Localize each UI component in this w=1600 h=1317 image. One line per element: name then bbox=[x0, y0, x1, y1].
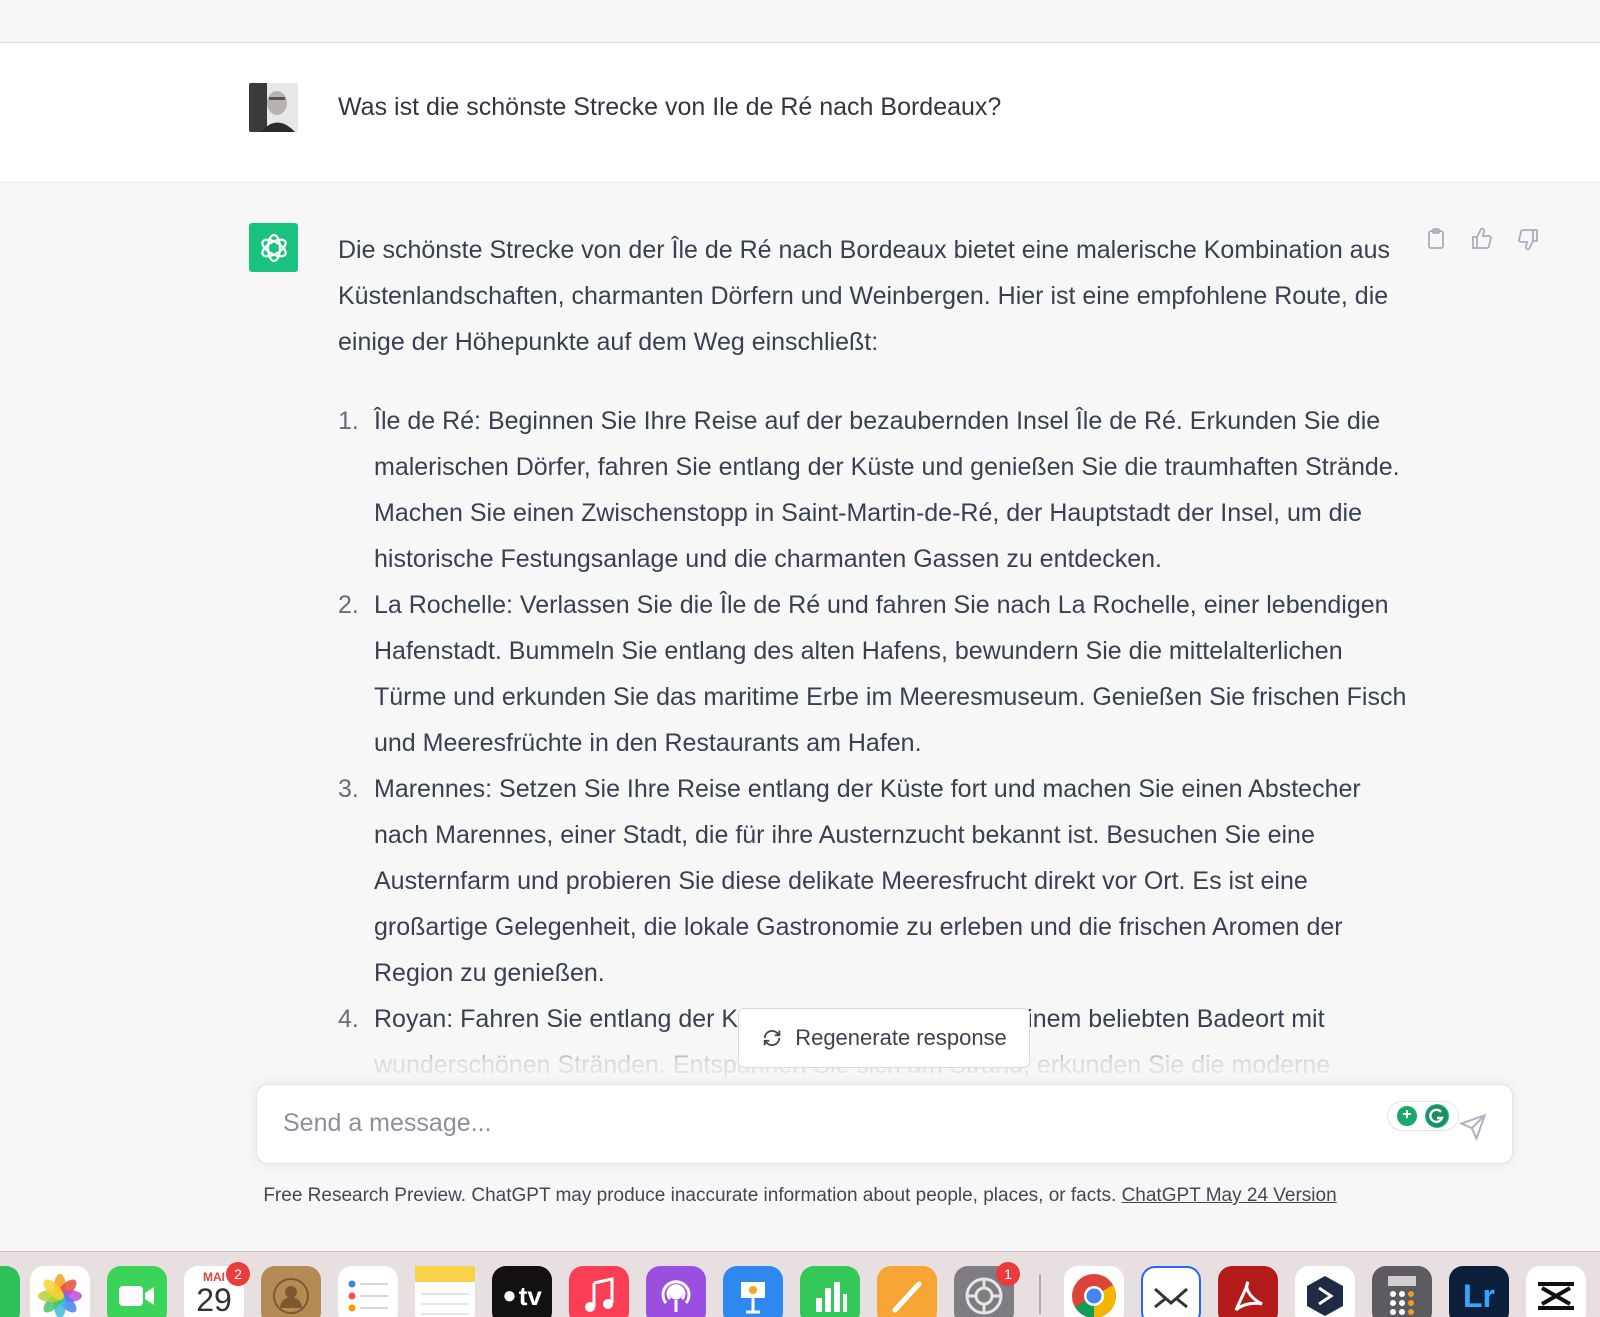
grammarly-icon bbox=[1425, 1104, 1449, 1128]
grammarly-widget[interactable] bbox=[1387, 1101, 1459, 1131]
send-icon[interactable] bbox=[1459, 1113, 1487, 1141]
tv-label: tv bbox=[518, 1280, 542, 1311]
chatgpt-logo-icon bbox=[249, 223, 298, 272]
notes-icon[interactable] bbox=[415, 1266, 475, 1317]
list-item-number: 1. bbox=[338, 407, 359, 435]
keynote-icon[interactable] bbox=[723, 1266, 783, 1317]
user-message-row: Was ist die schönste Strecke von Ile de … bbox=[0, 43, 1600, 183]
disclaimer: Free Research Preview. ChatGPT may produ… bbox=[0, 1185, 1600, 1207]
list-item-number: 2. bbox=[338, 591, 359, 619]
lightroom-label: Lr bbox=[1463, 1277, 1495, 1314]
calendar-day: 29 bbox=[196, 1282, 232, 1317]
message-actions bbox=[1424, 227, 1540, 251]
list-item-text: La Rochelle: Verlassen Sie die Île de Ré… bbox=[374, 591, 1407, 757]
lightroom-icon[interactable]: Lr bbox=[1449, 1266, 1509, 1317]
dock-divider bbox=[1039, 1274, 1041, 1314]
apple-tv-icon[interactable]: ● tv bbox=[492, 1266, 552, 1317]
thumbs-down-icon[interactable] bbox=[1516, 227, 1540, 251]
lightbulb-icon bbox=[1397, 1106, 1417, 1126]
reminders-icon[interactable] bbox=[338, 1266, 398, 1317]
photos-icon[interactable] bbox=[30, 1266, 90, 1317]
acrobat-icon[interactable] bbox=[1218, 1266, 1278, 1317]
facetime-icon[interactable] bbox=[107, 1266, 167, 1317]
version-link[interactable]: ChatGPT May 24 Version bbox=[1122, 1185, 1337, 1206]
music-icon[interactable] bbox=[569, 1266, 629, 1317]
route-list: 1. Île de Ré: Beginnen Sie Ihre Reise au… bbox=[338, 398, 1418, 1088]
list-item: 1. Île de Ré: Beginnen Sie Ihre Reise au… bbox=[338, 398, 1418, 582]
spark-mail-icon[interactable] bbox=[1141, 1266, 1201, 1317]
user-avatar bbox=[249, 83, 298, 132]
assistant-answer: Die schönste Strecke von der Île de Ré n… bbox=[338, 227, 1418, 1088]
list-item-text: Île de Ré: Beginnen Sie Ihre Reise auf d… bbox=[374, 407, 1400, 573]
disclaimer-text: Free Research Preview. ChatGPT may produ… bbox=[263, 1185, 1122, 1206]
thumbs-up-icon[interactable] bbox=[1470, 227, 1494, 251]
capcut-icon[interactable] bbox=[1526, 1266, 1586, 1317]
message-input[interactable] bbox=[283, 1109, 1383, 1138]
user-message-text: Was ist die schönste Strecke von Ile de … bbox=[338, 93, 1002, 121]
numbers-icon[interactable] bbox=[800, 1266, 860, 1317]
list-item: 2. La Rochelle: Verlassen Sie die Île de… bbox=[338, 582, 1418, 766]
list-item-number: 3. bbox=[338, 775, 359, 803]
macos-dock: MAI 29 2 ● tv 1 Lr bbox=[0, 1251, 1600, 1317]
pages-icon[interactable] bbox=[877, 1266, 937, 1317]
chrome-icon[interactable] bbox=[1064, 1266, 1124, 1317]
answer-intro: Die schönste Strecke von der Île de Ré n… bbox=[338, 236, 1390, 356]
calculator-icon[interactable] bbox=[1372, 1266, 1432, 1317]
dock-app-partial-icon[interactable] bbox=[0, 1266, 20, 1317]
message-composer bbox=[256, 1084, 1513, 1164]
list-item: 3. Marennes: Setzen Sie Ihre Reise entla… bbox=[338, 766, 1418, 996]
clipboard-icon[interactable] bbox=[1424, 227, 1448, 251]
refresh-icon bbox=[763, 1030, 781, 1046]
dev-app-icon[interactable] bbox=[1295, 1266, 1355, 1317]
top-bar bbox=[0, 0, 1600, 43]
contacts-icon[interactable] bbox=[261, 1266, 321, 1317]
regenerate-label: Regenerate response bbox=[795, 1025, 1007, 1050]
calendar-icon[interactable]: MAI 29 2 bbox=[184, 1262, 250, 1317]
regenerate-response-button[interactable]: Regenerate response bbox=[738, 1008, 1030, 1068]
system-settings-icon[interactable]: 1 bbox=[954, 1262, 1020, 1317]
podcasts-icon[interactable] bbox=[646, 1266, 706, 1317]
settings-badge: 1 bbox=[996, 1262, 1020, 1286]
list-item-text: Marennes: Setzen Sie Ihre Reise entlang … bbox=[374, 775, 1361, 987]
calendar-badge: 2 bbox=[226, 1262, 250, 1286]
